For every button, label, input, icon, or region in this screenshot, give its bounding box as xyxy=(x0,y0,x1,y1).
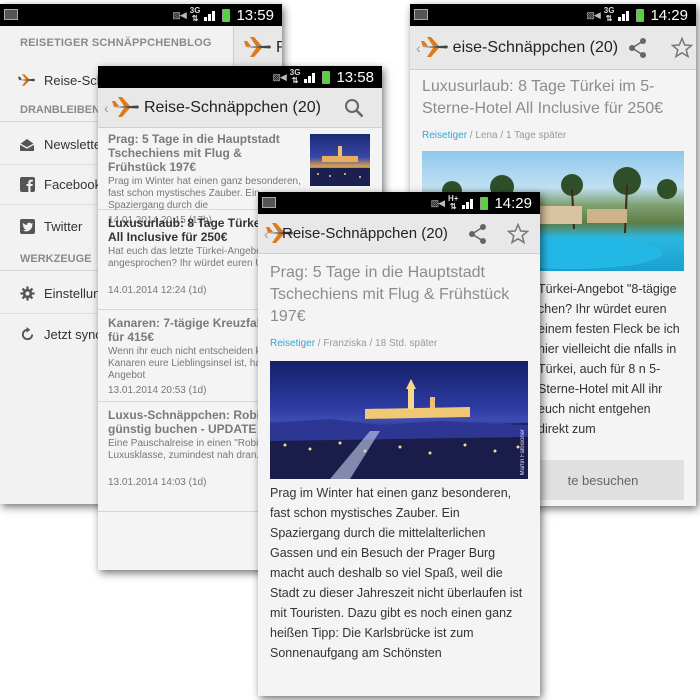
gear-icon xyxy=(18,285,36,303)
share-button[interactable] xyxy=(458,214,498,254)
share-icon xyxy=(469,223,486,244)
mute-icon: ▧◀ xyxy=(586,9,600,20)
refresh-icon xyxy=(18,325,36,343)
article-headline: Prag: 5 Tage in die Hauptstadt Tschechie… xyxy=(270,264,510,325)
signal-icon xyxy=(618,9,632,21)
action-bar-title: Reise-Schnäppchen (20) xyxy=(144,98,321,116)
mute-icon: ▧◀ xyxy=(172,9,186,20)
star-icon xyxy=(671,36,694,58)
search-icon xyxy=(345,98,364,117)
clock: 13:58 xyxy=(336,68,374,86)
clock: 14:29 xyxy=(494,194,532,212)
mute-icon: ▧◀ xyxy=(430,197,445,208)
battery-icon xyxy=(480,196,489,210)
share-icon xyxy=(629,37,647,58)
source-link[interactable]: Reisetiger xyxy=(270,338,315,349)
clock: 14:29 xyxy=(650,6,688,24)
star-icon xyxy=(507,222,529,244)
share-button[interactable] xyxy=(618,28,658,68)
network-type: 3G ⇅ xyxy=(603,6,615,23)
battery-icon xyxy=(636,8,645,22)
favorite-button[interactable] xyxy=(498,214,538,254)
drawer-item-label: Newsletter xyxy=(44,137,106,152)
action-bar-title: eise-Schnäppchen (20) xyxy=(452,38,619,56)
signal-icon xyxy=(462,197,476,209)
mute-icon: ▧◀ xyxy=(272,71,286,82)
article-meta: Reisetiger / Franziska / 18 Std. später xyxy=(270,338,438,349)
article-headline: Luxusurlaub: 8 Tage Türkei im 5-Sterne-H… xyxy=(422,78,664,117)
article-meta: Reisetiger / Lena / 1 Tage später xyxy=(422,130,567,141)
airplane-logo-icon[interactable] xyxy=(112,96,140,120)
gallery-icon xyxy=(414,9,428,20)
background-title: Re xyxy=(276,38,282,56)
clock: 13:59 xyxy=(236,6,274,24)
mail-icon xyxy=(18,136,36,154)
status-bar: ▧◀ 3G ⇅ 14:29 xyxy=(410,4,696,26)
article-body: Prag im Winter hat einen ganz besonderen… xyxy=(270,486,523,660)
network-type: H+ ⇅ xyxy=(448,194,459,211)
status-bar: ▧◀ 3G ⇅ 13:59 xyxy=(0,4,282,26)
background-action-bar: Re xyxy=(234,26,282,70)
facebook-icon xyxy=(18,176,36,194)
action-bar-title: Reise-Schnäppchen (20) xyxy=(282,225,448,242)
status-bar: ▧◀ H+ ⇅ 14:29 xyxy=(258,192,540,214)
action-bar: ‹ eise-Schnäppchen (20) xyxy=(410,26,696,70)
battery-icon xyxy=(222,8,231,22)
action-bar: ‹ Reise-Schnäppchen (20) xyxy=(98,88,382,128)
drawer-item-label: Facebook xyxy=(44,177,102,192)
airplane-logo-icon[interactable] xyxy=(420,36,449,60)
network-type: 3G ⇅ xyxy=(289,68,301,85)
gallery-icon xyxy=(4,9,18,20)
battery-icon xyxy=(322,70,331,84)
article-content: Prag: 5 Tage in die Hauptstadt Tschechie… xyxy=(258,262,540,663)
twitter-icon xyxy=(18,217,36,235)
article-image-prague-night: Martin Falbisoner xyxy=(270,361,528,479)
drawer-item-label: Twitter xyxy=(44,218,83,234)
source-link[interactable]: Reisetiger xyxy=(422,130,467,141)
up-caret-icon[interactable]: ‹ xyxy=(104,100,112,116)
signal-icon xyxy=(304,71,318,83)
screenshot-detail-prague: ▧◀ H+ ⇅ 14:29 ‹ Reise-Schnäppchen (20) Pr… xyxy=(258,192,540,696)
airplane-logo-icon xyxy=(244,36,272,60)
action-bar: ‹ Reise-Schnäppchen (20) xyxy=(258,214,540,254)
list-item-title: Prag: 5 Tage in die Hauptstadt Tschechie… xyxy=(108,132,280,174)
gallery-icon xyxy=(262,197,276,208)
list-item-thumbnail xyxy=(310,134,370,186)
network-type: 3G ⇅ xyxy=(189,6,201,23)
search-button[interactable] xyxy=(334,88,374,128)
drawer-header: REISETIGER SCHNÄPPCHENBLOG xyxy=(20,37,212,49)
status-bar: ▧◀ 3G ⇅ 13:58 xyxy=(98,66,382,88)
signal-icon xyxy=(204,9,218,21)
photo-credit: Martin Falbisoner xyxy=(520,428,526,475)
favorite-button[interactable] xyxy=(662,28,696,68)
airplane-icon xyxy=(18,71,36,89)
